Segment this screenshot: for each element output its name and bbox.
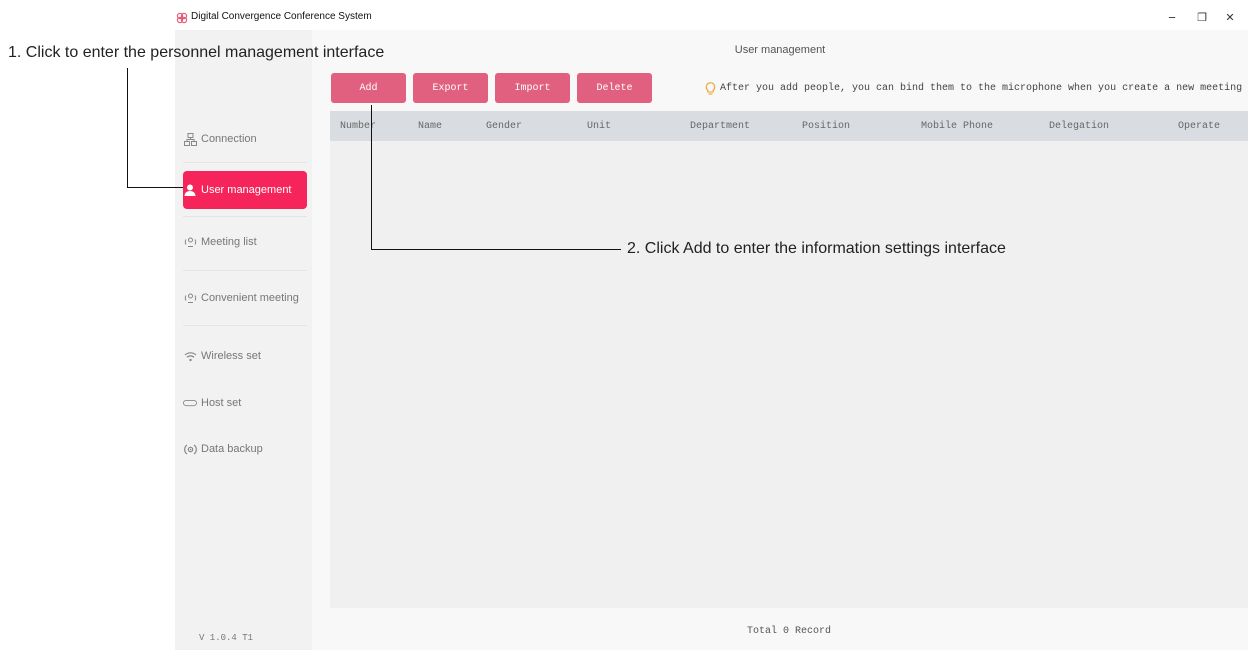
meeting-icon: [183, 235, 197, 249]
column-header-delegation[interactable]: Delegation: [1049, 121, 1109, 132]
column-header-operate[interactable]: Operate: [1178, 121, 1220, 132]
annotation-step-1: 1. Click to enter the personnel manageme…: [8, 44, 385, 61]
column-header-mobile-phone[interactable]: Mobile Phone: [921, 121, 993, 132]
user-icon: [183, 183, 197, 197]
sidebar-item-label: Wireless set: [201, 350, 261, 362]
app-version: V 1.0.4 T1: [199, 633, 254, 643]
user-table: Number Name Gender Unit Department Posit…: [330, 111, 1248, 608]
sidebar-item-wireless-set[interactable]: Wireless set: [183, 337, 307, 375]
annotation-step-2: 2. Click Add to enter the information se…: [627, 240, 1006, 257]
backup-icon: [183, 442, 197, 456]
sidebar-item-convenient-meeting[interactable]: Convenient meeting: [183, 279, 307, 317]
sidebar-item-label: Convenient meeting: [201, 292, 299, 304]
sidebar-item-label: Host set: [201, 397, 242, 409]
column-header-gender[interactable]: Gender: [486, 121, 522, 132]
minimize-button[interactable]: −: [1162, 8, 1182, 28]
table-header: Number Name Gender Unit Department Posit…: [330, 111, 1248, 141]
hint-message: After you add people, you can bind them …: [705, 82, 1242, 95]
network-icon: [183, 132, 197, 146]
add-button[interactable]: Add: [331, 73, 406, 103]
restore-button[interactable]: ❐: [1192, 8, 1212, 28]
sidebar-item-host-set[interactable]: Host set: [183, 384, 307, 422]
column-header-position[interactable]: Position: [802, 121, 850, 132]
column-header-department[interactable]: Department: [690, 121, 750, 132]
divider: [183, 270, 307, 271]
column-header-unit[interactable]: Unit: [587, 121, 611, 132]
sidebar-item-user-management[interactable]: User management: [183, 171, 307, 209]
import-button[interactable]: Import: [495, 73, 570, 103]
export-button[interactable]: Export: [413, 73, 488, 103]
app-logo-icon: [176, 12, 188, 24]
lightbulb-icon: [705, 82, 716, 95]
close-button[interactable]: ✕: [1220, 8, 1240, 28]
host-icon: [183, 396, 197, 410]
delete-button[interactable]: Delete: [577, 73, 652, 103]
sidebar-item-label: Data backup: [201, 443, 263, 455]
sidebar-item-label: User management: [201, 184, 292, 196]
wifi-icon: [183, 349, 197, 363]
hint-text: After you add people, you can bind them …: [720, 83, 1243, 94]
annotation-line: [127, 68, 128, 187]
annotation-line: [371, 105, 372, 249]
sidebar-item-connection[interactable]: Connection: [183, 120, 307, 158]
meeting-icon: [183, 291, 197, 305]
sidebar-item-meeting-list[interactable]: Meeting list: [183, 223, 307, 261]
divider: [183, 162, 307, 163]
annotation-line: [371, 249, 621, 250]
divider: [183, 325, 307, 326]
sidebar-item-data-backup[interactable]: Data backup: [183, 430, 307, 468]
sidebar: Connection User management Meeting list …: [175, 30, 312, 650]
page-title: User management: [734, 44, 826, 56]
sidebar-item-label: Connection: [201, 133, 257, 145]
record-count: Total 0 Record: [746, 626, 831, 637]
divider: [183, 216, 307, 217]
window-title: Digital Convergence Conference System: [191, 11, 372, 22]
column-header-name[interactable]: Name: [418, 121, 442, 132]
sidebar-item-label: Meeting list: [201, 236, 257, 248]
annotation-line: [127, 187, 183, 188]
